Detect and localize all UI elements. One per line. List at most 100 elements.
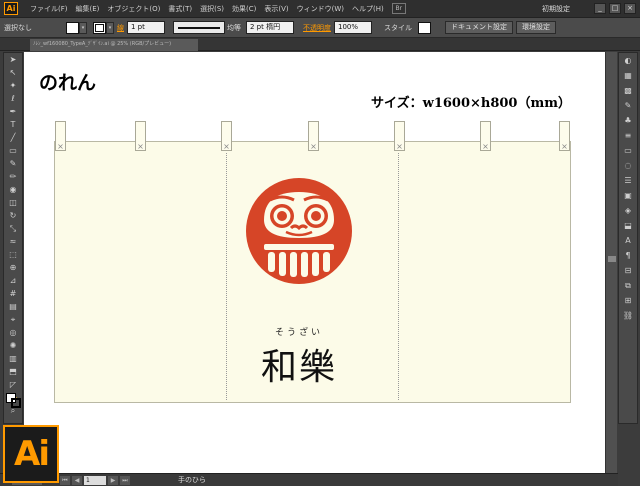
swatches-panel-icon[interactable]: ▩: [619, 83, 637, 98]
stroke-weight-field[interactable]: 1 pt: [127, 21, 165, 34]
vertical-scroll-thumb[interactable]: [608, 256, 616, 262]
hanging-loop: [559, 121, 570, 151]
links-panel-icon[interactable]: ⛓: [619, 308, 637, 323]
prev-artboard-button[interactable]: ◀: [72, 476, 82, 485]
brush-definition-field[interactable]: 2 pt 楕円: [246, 21, 294, 34]
rotate-tool-icon[interactable]: ↻: [4, 209, 22, 222]
paragraph-panel-icon[interactable]: ¶: [619, 248, 637, 263]
menu-bar: Ai ファイル(F) 編集(E) オブジェクト(O) 書式(T) 選択(S) 効…: [0, 0, 640, 18]
daruma-logo: [246, 178, 352, 284]
eyedropper-tool-icon[interactable]: ⌖: [4, 313, 22, 326]
direct-selection-tool-icon[interactable]: ↖: [4, 66, 22, 79]
next-artboard-button[interactable]: ▶: [108, 476, 118, 485]
free-transform-tool-icon[interactable]: ⬚: [4, 248, 22, 261]
stroke-panel-icon[interactable]: ≡: [619, 128, 637, 143]
menu-view[interactable]: 表示(V): [260, 4, 292, 14]
appearance-panel-icon[interactable]: ☰: [619, 173, 637, 188]
scale-tool-icon[interactable]: ⤡: [4, 222, 22, 235]
color-guide-panel-icon[interactable]: ▦: [619, 68, 637, 83]
hanging-loop: [394, 121, 405, 151]
gradient-tool-icon[interactable]: ▤: [4, 300, 22, 313]
magic-wand-tool-icon[interactable]: ✦: [4, 79, 22, 92]
menu-edit[interactable]: 編集(E): [72, 4, 104, 14]
type-tool-icon[interactable]: T: [4, 118, 22, 131]
menu-window[interactable]: ウィンドウ(W): [293, 4, 348, 14]
fill-dropdown-icon[interactable]: ▾: [79, 21, 87, 34]
menu-effect[interactable]: 効果(C): [228, 4, 260, 14]
transform-panel-icon[interactable]: ⊞: [619, 293, 637, 308]
variable-width-profile[interactable]: [173, 21, 225, 34]
hanging-loop: [480, 121, 491, 151]
preferences-button[interactable]: 環境設定: [516, 21, 556, 34]
stroke-color-icon[interactable]: [11, 398, 21, 408]
hanging-loop: [135, 121, 146, 151]
hanging-loop: [308, 121, 319, 151]
selection-tool-icon[interactable]: ➤: [4, 53, 22, 66]
menu-object[interactable]: オブジェクト(O): [103, 4, 164, 14]
size-label: サイズ：w1600×h800（mm）: [371, 96, 571, 111]
menu-type[interactable]: 書式(T): [164, 4, 196, 14]
menu-select[interactable]: 選択(S): [196, 4, 228, 14]
fill-swatch[interactable]: [66, 21, 79, 34]
menu-file[interactable]: ファイル(F): [26, 4, 72, 14]
illustrator-window: Ai ファイル(F) 編集(E) オブジェクト(O) 書式(T) 選択(S) 効…: [0, 0, 640, 486]
shop-name: 和樂: [260, 347, 337, 388]
document-tab-bar: ﾉﾚﾝ_wf160080_TypeA_ﾃﾞｻﾞｲﾝ.ai @ 25% (RGB/…: [0, 38, 640, 51]
close-button[interactable]: ×: [624, 3, 636, 14]
mesh-tool-icon[interactable]: #: [4, 287, 22, 300]
maximize-button[interactable]: □: [609, 3, 621, 14]
illustrator-logo-icon: Ai: [3, 425, 59, 483]
fold-guide-right: [398, 153, 399, 400]
line-tool-icon[interactable]: ╱: [4, 131, 22, 144]
eraser-tool-icon[interactable]: ◫: [4, 196, 22, 209]
artboard-navigation: ⏮ ◀ 1 ▶ ⏭: [60, 476, 140, 485]
artboard[interactable]: のれん サイズ：w1600×h800（mm） × × × × × × × そうざ…: [24, 52, 605, 473]
minimize-button[interactable]: _: [594, 3, 606, 14]
color-panel-icon[interactable]: ◐: [619, 53, 637, 68]
artboard-tool-icon[interactable]: ⬒: [4, 365, 22, 378]
width-tool-icon[interactable]: ≈: [4, 235, 22, 248]
vertical-scrollbar[interactable]: [605, 52, 617, 473]
opacity-field[interactable]: 100%: [334, 21, 372, 34]
rectangle-tool-icon[interactable]: ▭: [4, 144, 22, 157]
first-artboard-button[interactable]: ⏮: [60, 476, 70, 485]
artboard-number-field[interactable]: 1: [84, 476, 106, 485]
bridge-icon[interactable]: Br: [391, 3, 406, 14]
current-tool-status: 手のひら: [178, 476, 206, 484]
blend-tool-icon[interactable]: ◎: [4, 326, 22, 339]
graphic-styles-panel-icon[interactable]: ▣: [619, 188, 637, 203]
selection-status: 選択なし: [4, 23, 32, 32]
document-tab[interactable]: ﾉﾚﾝ_wf160080_TypeA_ﾃﾞｻﾞｲﾝ.ai @ 25% (RGB/…: [30, 39, 198, 51]
document-setup-button[interactable]: ドキュメント設定: [445, 21, 513, 34]
menu-help[interactable]: ヘルプ(H): [348, 4, 388, 14]
opacity-label[interactable]: 不透明度: [300, 23, 334, 33]
paintbrush-tool-icon[interactable]: ✎: [4, 157, 22, 170]
shape-builder-tool-icon[interactable]: ⊕: [4, 261, 22, 274]
hanging-loop: [221, 121, 232, 151]
perspective-grid-tool-icon[interactable]: ⊿: [4, 274, 22, 287]
hanging-loop: [55, 121, 66, 151]
stroke-swatch[interactable]: [93, 21, 106, 34]
stroke-dropdown-icon[interactable]: ▾: [106, 21, 114, 34]
control-bar: 選択なし ▾ ▾ 線 1 pt 均等 2 pt 楕円 不透明度 100% スタイ…: [0, 18, 640, 38]
transparency-panel-icon[interactable]: ◌: [619, 158, 637, 173]
gradient-panel-icon[interactable]: ▭: [619, 143, 637, 158]
symbol-sprayer-tool-icon[interactable]: ✺: [4, 339, 22, 352]
pen-tool-icon[interactable]: ✒: [4, 105, 22, 118]
lasso-tool-icon[interactable]: ℓ: [4, 92, 22, 105]
brushes-panel-icon[interactable]: ✎: [619, 98, 637, 113]
pathfinder-panel-icon[interactable]: ⧉: [619, 278, 637, 293]
pencil-tool-icon[interactable]: ✏: [4, 170, 22, 183]
blob-brush-tool-icon[interactable]: ◉: [4, 183, 22, 196]
slice-tool-icon[interactable]: ◸: [4, 378, 22, 391]
stroke-label[interactable]: 線: [114, 23, 127, 33]
workspace-switcher[interactable]: 初期設定: [542, 4, 570, 14]
align-panel-icon[interactable]: ⊟: [619, 263, 637, 278]
layers-panel-icon[interactable]: ◈: [619, 203, 637, 218]
style-swatch[interactable]: [418, 21, 431, 34]
symbols-panel-icon[interactable]: ♣: [619, 113, 637, 128]
artboards-panel-icon[interactable]: ⬓: [619, 218, 637, 233]
column-graph-tool-icon[interactable]: ▥: [4, 352, 22, 365]
last-artboard-button[interactable]: ⏭: [120, 476, 130, 485]
character-panel-icon[interactable]: A: [619, 233, 637, 248]
